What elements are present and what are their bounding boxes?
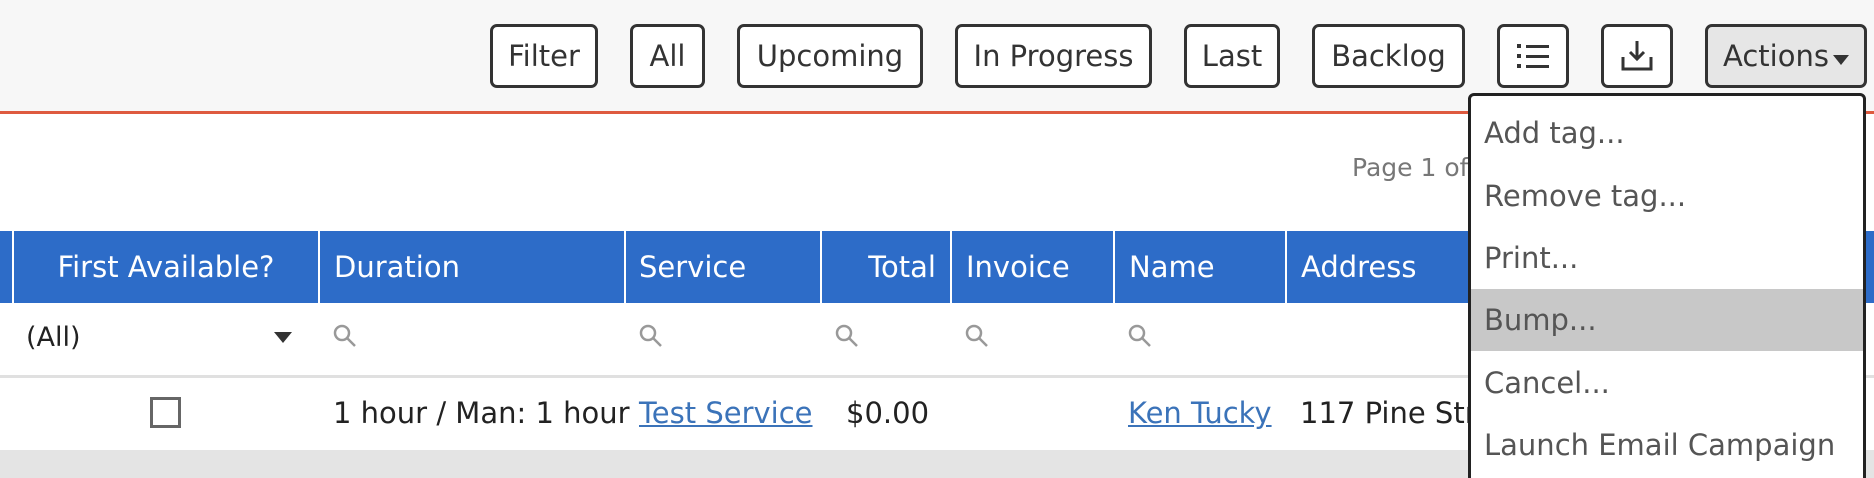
upcoming-button[interactable]: Upcoming bbox=[737, 24, 923, 88]
search-icon[interactable] bbox=[834, 323, 860, 349]
search-icon[interactable] bbox=[332, 323, 358, 349]
actions-menu: Add tag... Remove tag... Print... Bump..… bbox=[1468, 93, 1866, 478]
search-icon[interactable] bbox=[1127, 323, 1153, 349]
chevron-down-icon bbox=[1832, 55, 1849, 65]
last-button[interactable]: Last bbox=[1184, 24, 1280, 88]
header-invoice[interactable]: Invoice bbox=[952, 231, 1113, 303]
menu-item-cancel[interactable]: Cancel... bbox=[1471, 352, 1863, 414]
search-icon[interactable] bbox=[638, 323, 664, 349]
chevron-down-icon[interactable] bbox=[274, 332, 292, 343]
header-duration[interactable]: Duration bbox=[320, 231, 624, 303]
actions-button[interactable]: Actions bbox=[1705, 24, 1867, 88]
actions-label: Actions bbox=[1723, 39, 1829, 73]
download-icon bbox=[1621, 41, 1653, 71]
first-available-checkbox[interactable] bbox=[150, 397, 181, 428]
export-button[interactable] bbox=[1601, 24, 1673, 88]
all-button[interactable]: All bbox=[630, 24, 705, 88]
page-indicator: Page 1 of bbox=[1352, 153, 1469, 182]
first-available-filter-select[interactable]: (All) bbox=[26, 322, 81, 353]
menu-item-bump[interactable]: Bump... bbox=[1471, 289, 1863, 351]
in-progress-button[interactable]: In Progress bbox=[955, 24, 1152, 88]
menu-item-print[interactable]: Print... bbox=[1471, 227, 1863, 289]
duration-cell: 1 hour / Man: 1 hour bbox=[333, 396, 630, 430]
header-cell-partial bbox=[0, 231, 12, 303]
header-service[interactable]: Service bbox=[626, 231, 820, 303]
address-cell: 117 Pine Stre bbox=[1300, 396, 1494, 430]
list-icon bbox=[1517, 44, 1549, 68]
total-cell: $0.00 bbox=[846, 396, 930, 430]
menu-item-remove-tag[interactable]: Remove tag... bbox=[1471, 165, 1863, 227]
service-link[interactable]: Test Service bbox=[639, 396, 813, 430]
search-icon[interactable] bbox=[964, 323, 990, 349]
filter-button[interactable]: Filter bbox=[490, 24, 598, 88]
menu-item-add-tag[interactable]: Add tag... bbox=[1471, 102, 1863, 164]
customer-name-link[interactable]: Ken Tucky bbox=[1128, 396, 1272, 430]
menu-item-launch-email-campaign[interactable]: Launch Email Campaign bbox=[1471, 414, 1863, 476]
header-total[interactable]: Total bbox=[822, 231, 950, 303]
header-name[interactable]: Name bbox=[1115, 231, 1285, 303]
backlog-button[interactable]: Backlog bbox=[1312, 24, 1465, 88]
header-first-available[interactable]: First Available? bbox=[14, 231, 318, 303]
list-view-button[interactable] bbox=[1497, 24, 1569, 88]
